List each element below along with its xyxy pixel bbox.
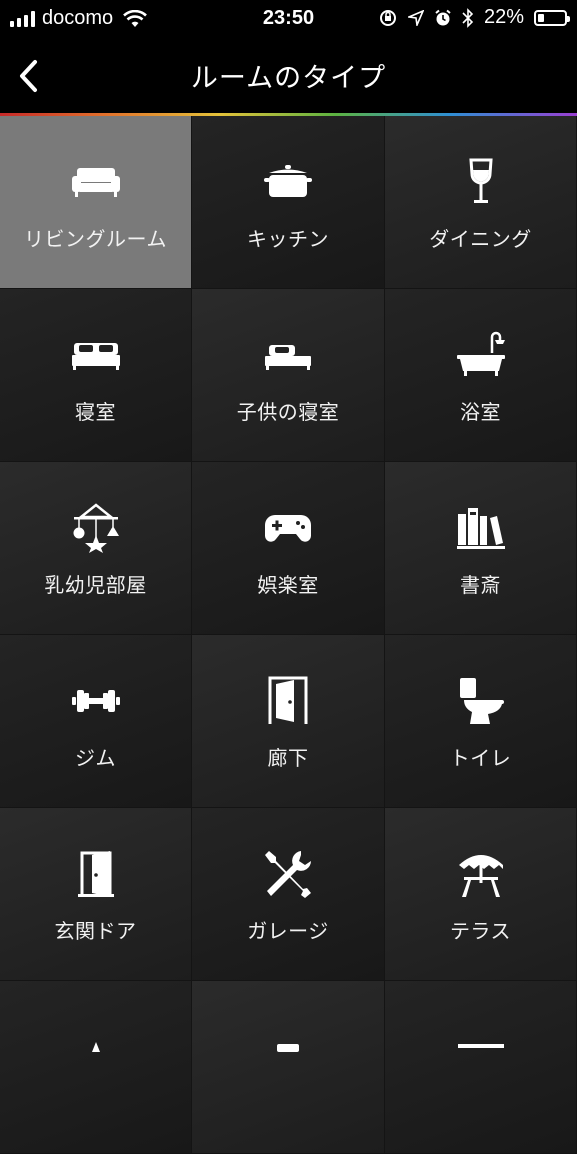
room-tile-kitchen[interactable]: キッチン	[192, 116, 385, 289]
cooking-pot-icon	[256, 156, 320, 208]
room-tile-partial[interactable]	[385, 981, 577, 1154]
room-label: 玄関ドア	[54, 919, 137, 943]
room-tile-dining[interactable]: ダイニング	[385, 116, 577, 289]
partial-icon	[449, 1021, 513, 1073]
room-label: 乳幼児部屋	[44, 573, 147, 597]
alarm-clock-icon	[434, 9, 452, 27]
room-tile-front-door[interactable]: 玄関ドア	[0, 808, 192, 981]
room-tile-toilet[interactable]: トイレ	[385, 635, 577, 808]
rotation-lock-icon	[378, 8, 398, 28]
location-arrow-icon	[407, 9, 424, 26]
room-label: ダイニング	[429, 227, 532, 251]
room-tile-gym[interactable]: ジム	[0, 635, 192, 808]
room-tile-bathroom[interactable]: 浴室	[385, 289, 577, 462]
battery-level-fill	[538, 13, 544, 22]
room-label: 廊下	[267, 746, 309, 770]
books-icon	[449, 502, 513, 554]
room-label: 子供の寝室	[236, 400, 340, 424]
tools-icon	[256, 848, 320, 900]
sofa-icon	[64, 156, 128, 208]
toilet-icon	[449, 675, 513, 727]
partial-icon	[64, 1021, 128, 1073]
gamepad-icon	[256, 502, 320, 554]
room-tile-terrace[interactable]: テラス	[385, 808, 577, 981]
patio-umbrella-icon	[449, 848, 513, 900]
room-tile-study[interactable]: 書斎	[385, 462, 577, 635]
room-tile-partial[interactable]	[192, 981, 385, 1154]
room-label: キッチン	[247, 227, 329, 251]
battery-icon	[534, 9, 570, 26]
room-tile-partial[interactable]	[0, 981, 192, 1154]
room-tile-living-room[interactable]: リビングルーム	[0, 116, 192, 289]
room-label: ガレージ	[247, 919, 329, 943]
room-label: ジム	[75, 746, 116, 770]
baby-mobile-icon	[64, 502, 128, 554]
room-label: テラス	[449, 919, 512, 943]
bed-icon	[64, 329, 128, 381]
single-bed-icon	[256, 329, 320, 381]
room-tile-game-room[interactable]: 娯楽室	[192, 462, 385, 635]
wine-glass-icon	[449, 156, 513, 208]
dumbbell-icon	[64, 675, 128, 727]
room-label: トイレ	[449, 746, 512, 770]
room-tile-kids-bedroom[interactable]: 子供の寝室	[192, 289, 385, 462]
room-label: リビングルーム	[24, 227, 167, 251]
bathtub-icon	[449, 329, 513, 381]
partial-icon	[256, 1021, 320, 1073]
door-frame-icon	[256, 675, 320, 727]
page-title: ルームのタイプ	[190, 63, 387, 94]
room-tile-bedroom[interactable]: 寝室	[0, 289, 192, 462]
room-type-grid: リビングルーム キッチン ダイニング 寝室 子供の寝室 浴室 乳幼児部屋 娯楽室…	[0, 116, 577, 1154]
room-tile-nursery[interactable]: 乳幼児部屋	[0, 462, 192, 635]
status-bar: docomo 23:50 22%	[0, 0, 577, 38]
room-label: 浴室	[460, 400, 501, 424]
room-label: 寝室	[75, 400, 116, 424]
room-tile-garage[interactable]: ガレージ	[192, 808, 385, 981]
navigation-bar: ルームのタイプ	[0, 38, 577, 113]
status-right: 22%	[378, 6, 570, 29]
room-label: 娯楽室	[257, 573, 319, 597]
room-label: 書斎	[460, 573, 501, 597]
front-door-icon	[64, 848, 128, 900]
bluetooth-icon	[462, 7, 474, 28]
battery-percent: 22%	[483, 6, 524, 28]
room-tile-hallway[interactable]: 廊下	[192, 635, 385, 808]
